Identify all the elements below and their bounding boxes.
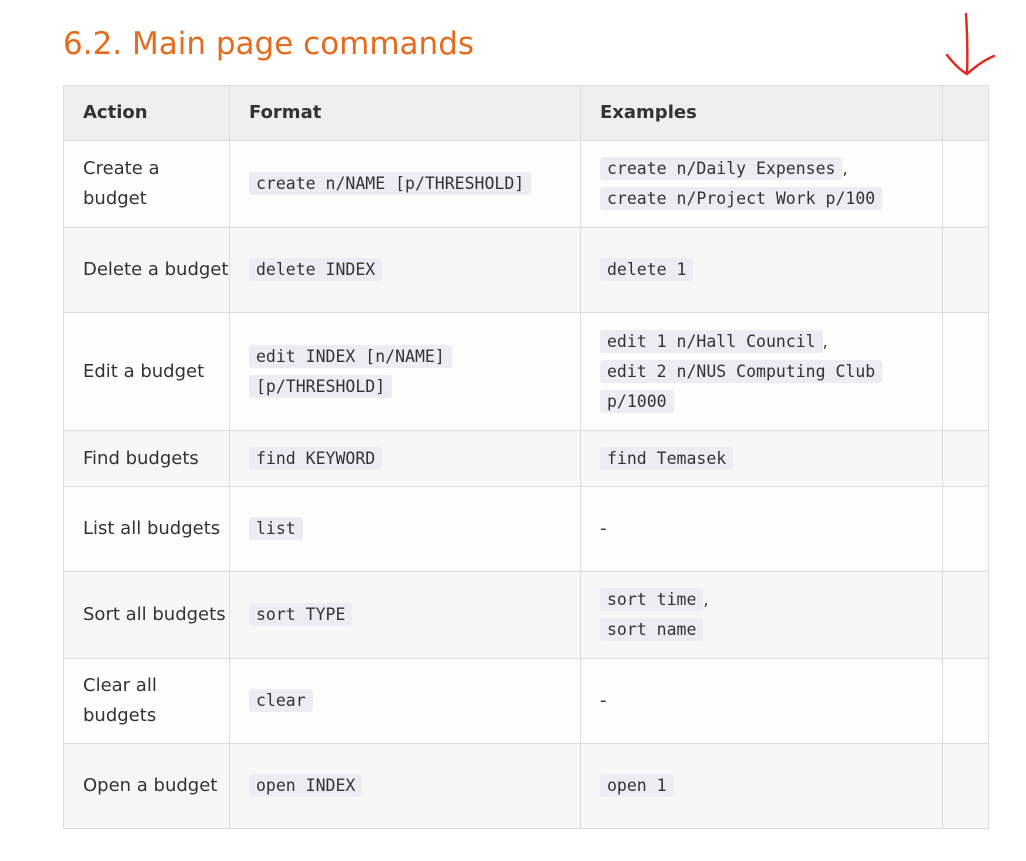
hand-drawn-arrow-icon <box>945 12 996 76</box>
action-cell: Find budgets <box>63 430 230 487</box>
no-example-dash: - <box>600 690 607 711</box>
examples-cell: edit 1 n/Hall Council, edit 2 n/NUS Compu… <box>580 312 943 431</box>
format-code: sort TYPE <box>249 603 353 626</box>
format-cell: list <box>229 486 581 572</box>
action-cell: Edit a budget <box>63 312 230 431</box>
table-row: Find budgets find KEYWORD find Temasek <box>63 430 989 487</box>
column-header-examples: Examples <box>580 85 943 141</box>
table-row: List all budgets list - <box>63 486 989 572</box>
action-cell: Clear all budgets <box>63 658 230 744</box>
action-cell: Sort all budgets <box>63 571 230 659</box>
empty-cell <box>942 227 989 313</box>
format-code: create n/NAME [p/THRESHOLD] <box>249 172 532 195</box>
format-cell: find KEYWORD <box>229 430 581 487</box>
format-code: edit INDEX [n/NAME] [p/THRESHOLD] <box>249 344 452 398</box>
action-cell: Delete a budget <box>63 227 230 313</box>
format-cell: sort TYPE <box>229 571 581 659</box>
empty-cell <box>942 140 989 228</box>
column-header-action: Action <box>63 85 230 141</box>
section-heading: 6.2. Main page commands <box>63 26 475 62</box>
examples-cell: - <box>580 658 943 744</box>
table-header-row: Action Format Examples <box>63 85 989 141</box>
table-row: Sort all budgets sort TYPE sort time, sort … <box>63 571 989 659</box>
format-code: find KEYWORD <box>249 446 383 470</box>
examples-cell: - <box>580 486 943 572</box>
table-row: Create a budget create n/NAME [p/THRESHOL… <box>63 140 989 228</box>
format-cell: open INDEX <box>229 743 581 829</box>
column-header-empty <box>942 85 989 141</box>
column-header-format: Format <box>229 85 581 141</box>
table-row: Open a budget open INDEX open 1 <box>63 743 989 829</box>
action-cell: Open a budget <box>63 743 230 829</box>
format-cell: clear <box>229 658 581 744</box>
example-code: edit 1 n/Hall Council <box>600 329 823 353</box>
format-code: delete INDEX <box>249 258 383 281</box>
example-code: edit 2 n/NUS Computing Club p/1000 <box>600 359 883 413</box>
empty-cell <box>942 658 989 744</box>
format-code: clear <box>249 689 313 712</box>
empty-cell <box>942 571 989 659</box>
table-row: Edit a budget edit INDEX [n/NAME] [p/THRE… <box>63 312 989 431</box>
action-cell: Create a budget <box>63 140 230 228</box>
format-cell: create n/NAME [p/THRESHOLD] <box>229 140 581 228</box>
format-cell: delete INDEX <box>229 227 581 313</box>
examples-cell: create n/Daily Expenses, create n/Project… <box>580 140 943 228</box>
format-code: open INDEX <box>249 774 363 797</box>
examples-cell: sort time, sort name <box>580 571 943 659</box>
empty-cell <box>942 430 989 487</box>
examples-cell: delete 1 <box>580 227 943 313</box>
examples-cell: find Temasek <box>580 430 943 487</box>
example-code: sort name <box>600 618 704 641</box>
examples-cell: open 1 <box>580 743 943 829</box>
format-cell: edit INDEX [n/NAME] [p/THRESHOLD] <box>229 312 581 431</box>
action-cell: List all budgets <box>63 486 230 572</box>
table-row: Clear all budgets clear - <box>63 658 989 744</box>
empty-cell <box>942 743 989 829</box>
example-code: delete 1 <box>600 258 694 281</box>
example-code: open 1 <box>600 774 674 797</box>
format-code: list <box>249 517 303 540</box>
no-example-dash: - <box>600 518 607 539</box>
empty-cell <box>942 312 989 431</box>
table-row: Delete a budget delete INDEX delete 1 <box>63 227 989 313</box>
example-code: find Temasek <box>600 446 734 470</box>
example-code: create n/Daily Expenses <box>600 157 843 180</box>
commands-table: Action Format Examples Create a budget cr… <box>63 85 989 829</box>
example-code: sort time <box>600 588 704 611</box>
example-code: create n/Project Work p/100 <box>600 187 883 210</box>
empty-cell <box>942 486 989 572</box>
